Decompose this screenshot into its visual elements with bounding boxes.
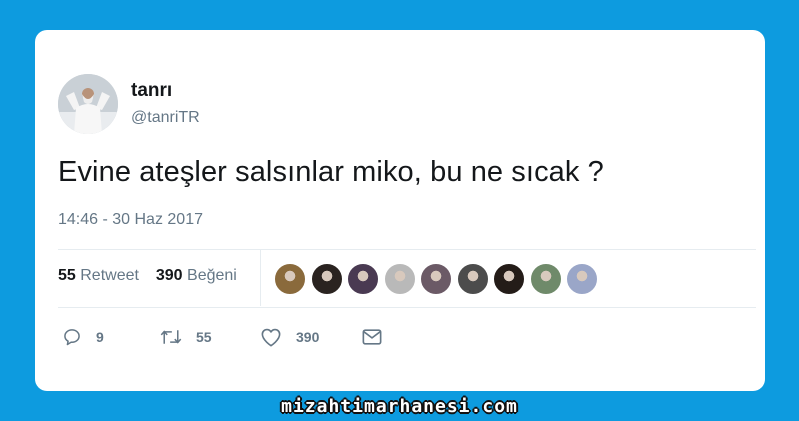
retweet-count: 55 bbox=[58, 267, 76, 284]
reply-count: 9 bbox=[96, 329, 104, 345]
like-button[interactable]: 390 bbox=[260, 326, 319, 348]
like-stat[interactable]: 390 Beğeni bbox=[156, 267, 237, 284]
watermark: mizahtimarhanesi.com bbox=[281, 396, 518, 417]
retweet-label: Retweet bbox=[80, 267, 139, 284]
envelope-icon bbox=[362, 329, 382, 345]
like-label: Beğeni bbox=[187, 267, 237, 284]
liker-avatar-2[interactable] bbox=[310, 263, 343, 295]
tweet-card: tanrı @tanriTR Evine ateşler salsınlar m… bbox=[35, 30, 765, 391]
tweet-text: Evine ateşler salsınlar miko, bu ne sıca… bbox=[58, 156, 604, 188]
direct-message-button[interactable] bbox=[361, 326, 383, 348]
liker-avatar-5[interactable] bbox=[420, 263, 452, 295]
like-action-count: 390 bbox=[296, 329, 320, 345]
user-handle[interactable]: @tanriTR bbox=[131, 109, 200, 127]
reply-icon bbox=[64, 329, 80, 346]
retweet-action-count: 55 bbox=[196, 329, 212, 345]
tweet-timestamp[interactable]: 14:46 - 30 Haz 2017 bbox=[58, 211, 203, 229]
liker-avatar-7[interactable] bbox=[493, 263, 525, 295]
divider-top bbox=[58, 249, 756, 250]
profile-avatar[interactable] bbox=[58, 74, 118, 134]
liker-avatar-1[interactable] bbox=[274, 263, 306, 295]
display-name[interactable]: tanrı bbox=[131, 80, 172, 102]
liker-avatar-3[interactable] bbox=[347, 263, 379, 295]
liker-avatar-4[interactable] bbox=[383, 263, 416, 295]
reply-button[interactable]: 9 bbox=[62, 326, 104, 348]
liker-avatar-6[interactable] bbox=[456, 263, 489, 295]
tweet-stats: 55 Retweet 390 Beğeni bbox=[58, 267, 237, 285]
retweet-icon bbox=[160, 330, 182, 344]
retweet-button[interactable]: 55 bbox=[160, 326, 212, 348]
heart-icon bbox=[261, 328, 281, 347]
avatar-image bbox=[58, 74, 118, 134]
like-count: 390 bbox=[155, 267, 183, 284]
retweet-stat[interactable]: 55 Retweet bbox=[58, 267, 143, 284]
stats-separator bbox=[260, 250, 261, 306]
liker-avatar-9[interactable] bbox=[566, 263, 598, 295]
liker-avatar-8[interactable] bbox=[529, 263, 562, 295]
divider-bottom bbox=[58, 307, 756, 308]
